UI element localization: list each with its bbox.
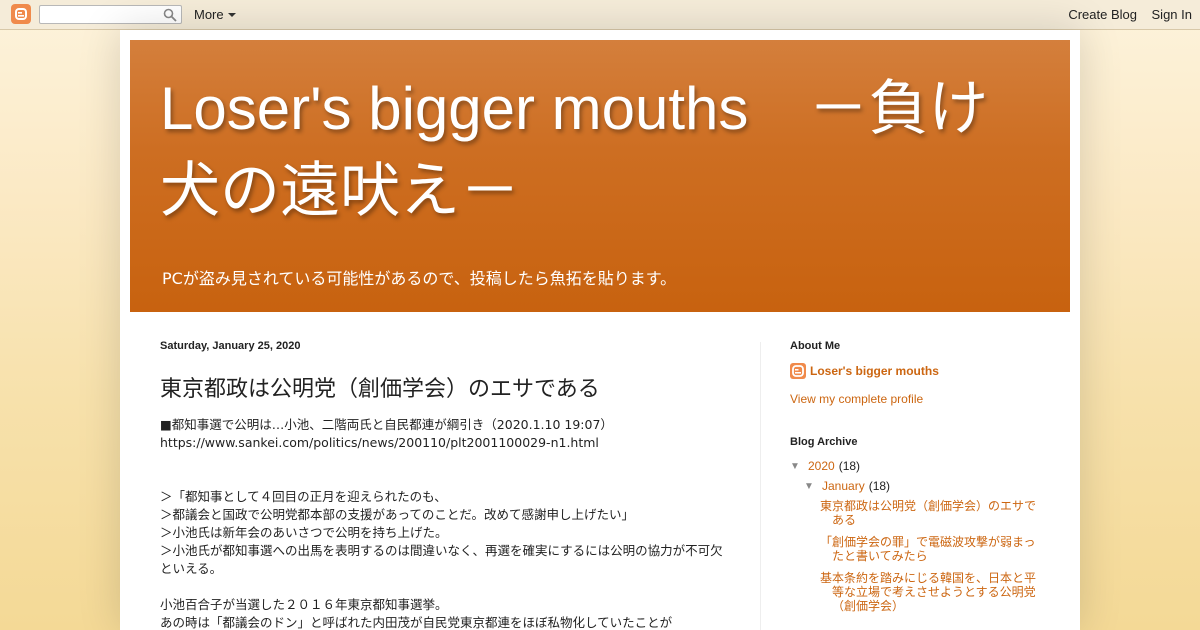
post-line: ＞小池氏が都知事選への出馬を表明するのは間違いなく、再選を確実にするには公明の協…: [160, 543, 723, 576]
view-profile-link[interactable]: View my complete profile: [790, 392, 1050, 406]
more-menu[interactable]: More: [194, 7, 236, 22]
blogger-navbar: More Create Blog Sign In: [0, 0, 1200, 30]
archive-month-link[interactable]: January: [822, 479, 865, 493]
collapse-triangle-icon[interactable]: ▼: [804, 481, 822, 492]
post-date: Saturday, January 25, 2020: [160, 340, 301, 352]
post-line: ＞小池氏は新年会のあいさつで公明を持ち上げた。: [160, 525, 448, 540]
archive-month-count: (18): [868, 479, 891, 493]
archive-year-count: (18): [838, 459, 861, 473]
archive-post-link[interactable]: 基本条約を踏みにじる韓国を、日本と平等な立場で考えさせようとする公明党（創価学会…: [820, 571, 1040, 613]
post-body: ■都知事選で公明は…小池、二階両氏と自民都連が綱引き（2020.1.10 19:…: [160, 416, 730, 630]
post-line: ＞「都知事として４回目の正月を迎えられたのも、: [160, 489, 447, 504]
archive-month-row: ▼ January (18): [790, 479, 1050, 493]
blog-archive-title: Blog Archive: [790, 436, 858, 448]
profile-name-link[interactable]: Loser's bigger mouths: [790, 363, 1050, 379]
chevron-down-icon: [227, 13, 236, 17]
post-title[interactable]: 東京都政は公明党（創価学会）のエサである: [160, 371, 730, 403]
archive-post-list: 東京都政は公明党（創価学会）のエサである 「創価学会の罪」で電磁波攻撃が弱まった…: [820, 499, 1040, 613]
blogger-logo-icon[interactable]: [11, 4, 31, 24]
more-label[interactable]: More: [194, 7, 224, 22]
blog-title[interactable]: Loser's bigger mouths －負け犬の遠吠え－: [160, 68, 1040, 232]
collapse-triangle-icon[interactable]: ▼: [790, 461, 808, 472]
post-line: あの時は「都議会のドン」と呼ばれた内田茂が自民党東京都連をほぼ私物化していたこと…: [160, 615, 673, 630]
about-me-title: About Me: [790, 340, 841, 352]
search-input[interactable]: [39, 5, 182, 24]
profile-name[interactable]: Loser's bigger mouths: [810, 364, 939, 378]
archive-post-link[interactable]: 「創価学会の罪」で電磁波攻撃が弱まったと書いてみたら: [820, 535, 1040, 563]
archive-year-link[interactable]: 2020: [808, 459, 835, 473]
post-link[interactable]: https://www.sankei.com/politics/news/200…: [160, 434, 730, 452]
column-divider: [760, 342, 761, 630]
archive-year-row: ▼ 2020 (18): [790, 459, 1050, 473]
sign-in-link[interactable]: Sign In: [1152, 7, 1192, 22]
post-line: ■都知事選で公明は…小池、二階両氏と自民都連が綱引き（2020.1.10 19:…: [160, 417, 613, 432]
main-column: Saturday, January 25, 2020 東京都政は公明党（創価学会…: [160, 340, 730, 630]
archive-post-link[interactable]: 東京都政は公明党（創価学会）のエサである: [820, 499, 1040, 527]
blogger-profile-icon: [790, 363, 806, 379]
post-line: ＞都議会と国政で公明党都本部の支援があってのことだ。改めて感謝申し上げたい」: [160, 507, 635, 522]
post-line: 小池百合子が当選した２０１６年東京都知事選挙。: [160, 597, 448, 612]
sidebar: About Me Loser's bigger mouths View my c…: [790, 340, 1050, 621]
search-icon[interactable]: [163, 8, 177, 22]
create-blog-link[interactable]: Create Blog: [1068, 7, 1137, 22]
blog-header: Loser's bigger mouths －負け犬の遠吠え－ PCが盗み見され…: [130, 40, 1070, 312]
page-container: Loser's bigger mouths －負け犬の遠吠え－ PCが盗み見され…: [120, 30, 1080, 630]
blog-description: PCが盗み見されている可能性があるので、投稿したら魚拓を貼ります。: [162, 269, 677, 288]
